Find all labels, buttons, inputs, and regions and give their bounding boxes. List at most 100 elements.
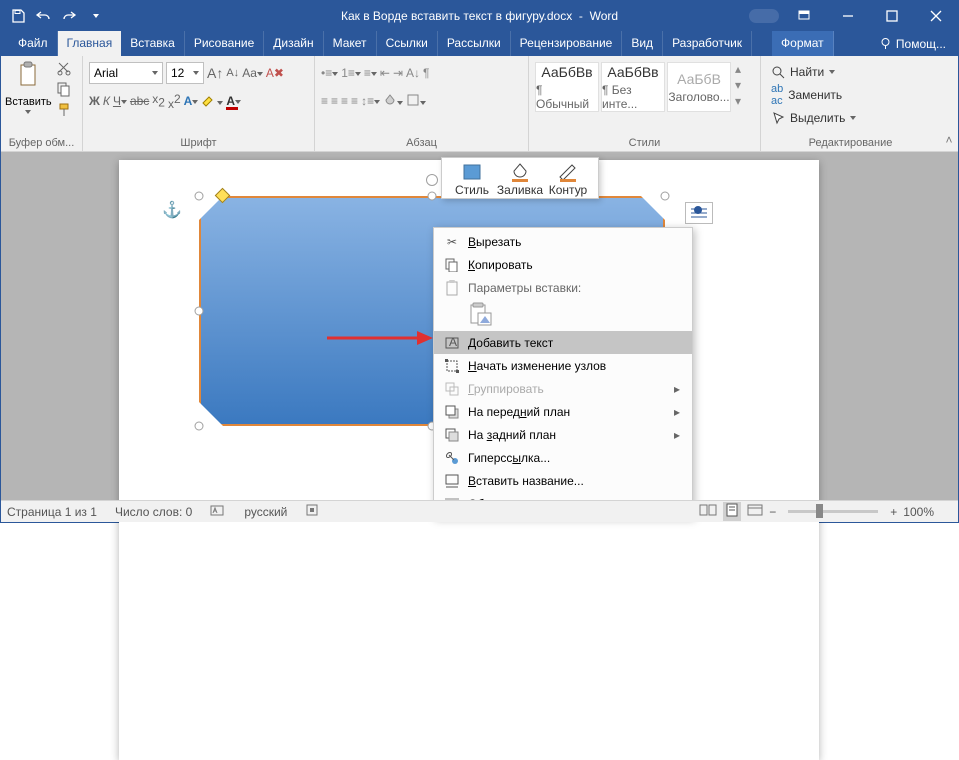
menu-bring-front[interactable]: На передний план▸ <box>434 400 692 423</box>
status-language[interactable]: русский <box>244 505 287 519</box>
redo-icon[interactable] <box>57 3 83 29</box>
status-page[interactable]: Страница 1 из 1 <box>7 505 97 519</box>
align-left-icon[interactable]: ≡ <box>321 94 328 108</box>
tab-draw[interactable]: Рисование <box>185 31 264 56</box>
superscript-icon[interactable]: x2 <box>168 92 181 111</box>
menu-caption[interactable]: Вставить название... <box>434 469 692 492</box>
sort-icon[interactable]: A↓ <box>406 66 420 80</box>
font-color-icon[interactable]: A <box>226 94 241 108</box>
bullets-icon[interactable]: •≡ <box>321 66 338 80</box>
status-spellcheck-icon[interactable] <box>210 503 226 520</box>
status-words[interactable]: Число слов: 0 <box>115 505 192 519</box>
font-size-combo[interactable]: 12 <box>166 62 204 84</box>
close-icon[interactable] <box>914 1 958 31</box>
justify-icon[interactable]: ≡ <box>351 94 358 108</box>
zoom-thumb[interactable] <box>816 504 823 518</box>
style-nospacing[interactable]: АаБбВв¶ Без инте... <box>601 62 665 112</box>
styles-more-icon[interactable]: ▾ <box>735 94 741 108</box>
minimize-icon[interactable] <box>826 1 870 31</box>
account-pill[interactable] <box>738 1 782 31</box>
tell-me[interactable]: Помощ... <box>867 31 958 56</box>
resize-handle-sw[interactable] <box>195 422 204 431</box>
showmarks-icon[interactable]: ¶ <box>423 66 429 80</box>
maximize-icon[interactable] <box>870 1 914 31</box>
menu-paste-picture[interactable] <box>434 299 692 331</box>
numbering-icon[interactable]: 1≡ <box>341 66 361 80</box>
rotate-handle[interactable] <box>426 174 438 186</box>
mini-outline-button[interactable]: Контур <box>544 161 592 197</box>
style-normal[interactable]: АаБбВв¶ Обычный <box>535 62 599 112</box>
group-paragraph: •≡ 1≡ ≡ ⇤ ⇥ A↓ ¶ ≡ ≡ ≡ ≡ ↕≡ <box>315 56 529 151</box>
styles-up-icon[interactable]: ▴ <box>735 62 741 76</box>
strike-icon[interactable]: abc <box>130 94 149 108</box>
menu-copy[interactable]: Копировать <box>434 253 692 276</box>
mini-style-button[interactable]: Стиль <box>448 161 496 197</box>
menu-edit-points[interactable]: Начать изменение узлов <box>434 354 692 377</box>
save-icon[interactable] <box>5 3 31 29</box>
outdent-icon[interactable]: ⇤ <box>380 66 390 80</box>
grow-font-icon[interactable]: A↑ <box>207 65 223 81</box>
line-spacing-icon[interactable]: ↕≡ <box>361 94 380 108</box>
tab-references[interactable]: Ссылки <box>377 31 438 56</box>
zoom-out-icon[interactable]: − <box>769 505 776 519</box>
font-name-combo[interactable]: Arial <box>89 62 163 84</box>
copy-icon <box>440 258 464 272</box>
tab-design[interactable]: Дизайн <box>264 31 323 56</box>
find-button[interactable]: Найти <box>771 62 856 82</box>
tab-format[interactable]: Формат <box>772 31 834 56</box>
view-web-icon[interactable] <box>747 503 763 520</box>
paste-button[interactable] <box>10 58 46 94</box>
shading-icon[interactable] <box>383 93 403 110</box>
change-case-icon[interactable]: Aa <box>242 66 263 80</box>
resize-handle-ne[interactable] <box>661 192 670 201</box>
multilevel-icon[interactable]: ≡ <box>364 66 377 80</box>
collapse-ribbon-icon[interactable]: ˄ <box>940 56 958 151</box>
qat-customize-icon[interactable] <box>83 3 109 29</box>
zoom-in-icon[interactable]: + <box>890 505 897 519</box>
tab-view[interactable]: Вид <box>622 31 663 56</box>
menu-hyperlink[interactable]: Гиперссылка... <box>434 446 692 469</box>
cut-icon[interactable] <box>56 60 72 79</box>
mini-fill-button[interactable]: Заливка <box>496 161 544 197</box>
view-print-icon[interactable] <box>723 502 741 521</box>
tab-insert[interactable]: Вставка <box>121 31 185 56</box>
italic-icon[interactable]: К <box>103 94 110 108</box>
menu-add-text[interactable]: AДобавить текст <box>434 331 692 354</box>
text-effects-icon[interactable]: A <box>184 94 199 108</box>
layout-options-button[interactable] <box>685 202 713 224</box>
tab-review[interactable]: Рецензирование <box>511 31 623 56</box>
group-styles: АаБбВв¶ Обычный АаБбВв¶ Без инте... АаБб… <box>529 56 761 151</box>
resize-handle-n[interactable] <box>428 192 437 201</box>
tab-file[interactable]: Файл <box>9 31 58 56</box>
undo-icon[interactable] <box>31 3 57 29</box>
indent-icon[interactable]: ⇥ <box>393 66 403 80</box>
bold-icon[interactable]: Ж <box>89 94 100 108</box>
format-painter-icon[interactable] <box>56 102 72 121</box>
resize-handle-nw[interactable] <box>195 192 204 201</box>
replace-button[interactable]: abacЗаменить <box>771 85 856 105</box>
resize-handle-w[interactable] <box>195 307 204 316</box>
zoom-slider[interactable] <box>788 510 878 513</box>
status-macro-icon[interactable] <box>305 503 319 520</box>
borders-icon[interactable] <box>406 93 426 110</box>
tab-mailings[interactable]: Рассылки <box>438 31 511 56</box>
align-right-icon[interactable]: ≡ <box>341 94 348 108</box>
styles-down-icon[interactable]: ▾ <box>735 78 741 92</box>
highlight-icon[interactable] <box>201 93 223 110</box>
clear-format-icon[interactable]: A✖ <box>266 66 284 80</box>
ribbon-display-icon[interactable] <box>782 1 826 31</box>
zoom-level[interactable]: 100% <box>903 505 934 519</box>
tab-developer[interactable]: Разработчик <box>663 31 752 56</box>
menu-cut[interactable]: ✂ВВырезатьырезать <box>434 230 692 253</box>
subscript-icon[interactable]: x2 <box>152 92 165 109</box>
menu-send-back[interactable]: На задний план▸ <box>434 423 692 446</box>
copy-icon[interactable] <box>56 81 72 100</box>
underline-icon[interactable]: Ч <box>113 94 127 108</box>
shrink-font-icon[interactable]: A↓ <box>226 67 239 79</box>
tab-home[interactable]: Главная <box>58 31 122 56</box>
tab-layout[interactable]: Макет <box>324 31 377 56</box>
select-button[interactable]: Выделить <box>771 108 856 128</box>
style-heading1[interactable]: АаБбВЗаголово... <box>667 62 731 112</box>
align-center-icon[interactable]: ≡ <box>331 94 338 108</box>
view-read-icon[interactable] <box>699 503 717 520</box>
